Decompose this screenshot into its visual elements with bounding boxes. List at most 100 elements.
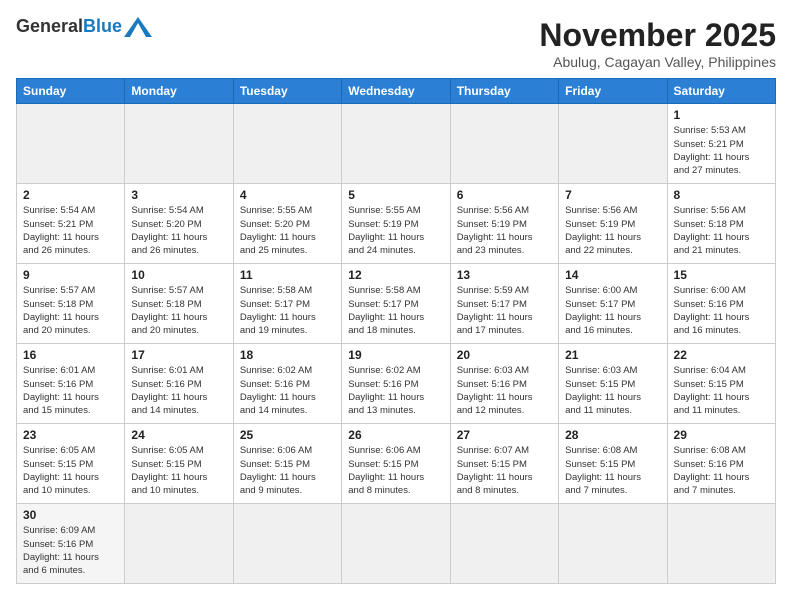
day-info: Sunrise: 6:07 AMSunset: 5:15 PMDaylight:… — [457, 444, 552, 497]
day-info: Sunrise: 5:56 AMSunset: 5:19 PMDaylight:… — [565, 204, 660, 257]
day-number: 27 — [457, 428, 552, 442]
calendar-cell — [559, 104, 667, 184]
day-number: 20 — [457, 348, 552, 362]
calendar-cell: 13Sunrise: 5:59 AMSunset: 5:17 PMDayligh… — [450, 264, 558, 344]
calendar-cell — [342, 504, 450, 584]
day-number: 12 — [348, 268, 443, 282]
column-header-tuesday: Tuesday — [233, 79, 341, 104]
calendar-week-row: 30Sunrise: 6:09 AMSunset: 5:16 PMDayligh… — [17, 504, 776, 584]
calendar-cell: 19 Sunrise: 6:02 AMSunset: 5:16 PMDayligh… — [342, 344, 450, 424]
logo-icon — [124, 17, 152, 37]
column-header-wednesday: Wednesday — [342, 79, 450, 104]
calendar-cell: 12 Sunrise: 5:58 AMSunset: 5:17 PMDayligh… — [342, 264, 450, 344]
day-number: 28 — [565, 428, 660, 442]
day-number: 14 — [565, 268, 660, 282]
day-number: 1 — [674, 108, 769, 122]
day-number: 26 — [348, 428, 443, 442]
calendar-cell — [559, 504, 667, 584]
day-info: Sunrise: 5:57 AMSunset: 5:18 PMDaylight:… — [23, 284, 118, 337]
column-header-saturday: Saturday — [667, 79, 775, 104]
calendar-cell: 17Sunrise: 6:01 AMSunset: 5:16 PMDayligh… — [125, 344, 233, 424]
day-info: Sunrise: 5:58 AMSunset: 5:17 PMDaylight:… — [240, 284, 335, 337]
calendar-cell: 15Sunrise: 6:00 AMSunset: 5:16 PMDayligh… — [667, 264, 775, 344]
day-info: Sunrise: 6:08 AMSunset: 5:16 PMDaylight:… — [674, 444, 769, 497]
calendar-cell: 30Sunrise: 6:09 AMSunset: 5:16 PMDayligh… — [17, 504, 125, 584]
column-header-friday: Friday — [559, 79, 667, 104]
day-info: Sunrise: 5:53 AMSunset: 5:21 PMDaylight:… — [674, 124, 769, 177]
calendar-header-row: SundayMondayTuesdayWednesdayThursdayFrid… — [17, 79, 776, 104]
day-number: 11 — [240, 268, 335, 282]
day-info: Sunrise: 5:56 AMSunset: 5:18 PMDaylight:… — [674, 204, 769, 257]
day-info: Sunrise: 6:01 AMSunset: 5:16 PMDaylight:… — [131, 364, 226, 417]
calendar-cell — [17, 104, 125, 184]
calendar-cell — [342, 104, 450, 184]
column-header-thursday: Thursday — [450, 79, 558, 104]
day-number: 3 — [131, 188, 226, 202]
calendar-cell: 6Sunrise: 5:56 AMSunset: 5:19 PMDaylight… — [450, 184, 558, 264]
day-number: 10 — [131, 268, 226, 282]
location: Abulug, Cagayan Valley, Philippines — [539, 54, 776, 70]
calendar-cell: 27 Sunrise: 6:07 AMSunset: 5:15 PMDayligh… — [450, 424, 558, 504]
day-number: 9 — [23, 268, 118, 282]
day-info: Sunrise: 6:01 AMSunset: 5:16 PMDaylight:… — [23, 364, 118, 417]
day-info: Sunrise: 5:55 AMSunset: 5:19 PMDaylight:… — [348, 204, 443, 257]
day-number: 4 — [240, 188, 335, 202]
calendar-cell: 3Sunrise: 5:54 AMSunset: 5:20 PMDaylight… — [125, 184, 233, 264]
day-info: Sunrise: 6:02 AMSunset: 5:16 PMDaylight:… — [348, 364, 443, 417]
day-number: 6 — [457, 188, 552, 202]
day-number: 25 — [240, 428, 335, 442]
calendar-table: SundayMondayTuesdayWednesdayThursdayFrid… — [16, 78, 776, 584]
calendar-cell: 10 Sunrise: 5:57 AMSunset: 5:18 PMDayligh… — [125, 264, 233, 344]
calendar-cell: 20Sunrise: 6:03 AMSunset: 5:16 PMDayligh… — [450, 344, 558, 424]
day-number: 23 — [23, 428, 118, 442]
day-info: Sunrise: 6:03 AMSunset: 5:15 PMDaylight:… — [565, 364, 660, 417]
day-info: Sunrise: 5:59 AMSunset: 5:17 PMDaylight:… — [457, 284, 552, 337]
page-header: GeneralBlue November 2025 Abulug, Cagaya… — [16, 16, 776, 70]
day-info: Sunrise: 6:06 AMSunset: 5:15 PMDaylight:… — [348, 444, 443, 497]
calendar-cell: 7 Sunrise: 5:56 AMSunset: 5:19 PMDaylight… — [559, 184, 667, 264]
day-number: 29 — [674, 428, 769, 442]
day-number: 7 — [565, 188, 660, 202]
calendar-cell — [125, 104, 233, 184]
day-info: Sunrise: 6:08 AMSunset: 5:15 PMDaylight:… — [565, 444, 660, 497]
calendar-cell: 23 Sunrise: 6:05 AMSunset: 5:15 PMDayligh… — [17, 424, 125, 504]
day-number: 16 — [23, 348, 118, 362]
calendar-cell — [450, 104, 558, 184]
day-number: 22 — [674, 348, 769, 362]
calendar-cell: 11 Sunrise: 5:58 AMSunset: 5:17 PMDayligh… — [233, 264, 341, 344]
day-number: 5 — [348, 188, 443, 202]
month-title: November 2025 — [539, 16, 776, 54]
calendar-cell: 22 Sunrise: 6:04 AMSunset: 5:15 PMDayligh… — [667, 344, 775, 424]
calendar-week-row: 2 Sunrise: 5:54 AMSunset: 5:21 PMDaylight… — [17, 184, 776, 264]
day-number: 30 — [23, 508, 118, 522]
calendar-cell: 24Sunrise: 6:05 AMSunset: 5:15 PMDayligh… — [125, 424, 233, 504]
calendar-cell — [233, 504, 341, 584]
day-info: Sunrise: 5:54 AMSunset: 5:21 PMDaylight:… — [23, 204, 118, 257]
logo-general-text: General — [16, 16, 83, 37]
calendar-cell: 16 Sunrise: 6:01 AMSunset: 5:16 PMDayligh… — [17, 344, 125, 424]
calendar-cell — [450, 504, 558, 584]
calendar-cell — [667, 504, 775, 584]
calendar-cell — [125, 504, 233, 584]
day-number: 2 — [23, 188, 118, 202]
calendar-cell — [233, 104, 341, 184]
day-number: 15 — [674, 268, 769, 282]
calendar-cell: 4 Sunrise: 5:55 AMSunset: 5:20 PMDaylight… — [233, 184, 341, 264]
day-info: Sunrise: 5:58 AMSunset: 5:17 PMDaylight:… — [348, 284, 443, 337]
day-number: 21 — [565, 348, 660, 362]
calendar-cell: 25Sunrise: 6:06 AMSunset: 5:15 PMDayligh… — [233, 424, 341, 504]
day-info: Sunrise: 5:57 AMSunset: 5:18 PMDaylight:… — [131, 284, 226, 337]
calendar-cell: 28 Sunrise: 6:08 AMSunset: 5:15 PMDayligh… — [559, 424, 667, 504]
logo: GeneralBlue — [16, 16, 152, 37]
calendar-cell: 18Sunrise: 6:02 AMSunset: 5:16 PMDayligh… — [233, 344, 341, 424]
calendar-cell: 5 Sunrise: 5:55 AMSunset: 5:19 PMDaylight… — [342, 184, 450, 264]
day-number: 19 — [348, 348, 443, 362]
calendar-cell: 2 Sunrise: 5:54 AMSunset: 5:21 PMDaylight… — [17, 184, 125, 264]
day-info: Sunrise: 6:05 AMSunset: 5:15 PMDaylight:… — [23, 444, 118, 497]
calendar-cell: 26 Sunrise: 6:06 AMSunset: 5:15 PMDayligh… — [342, 424, 450, 504]
day-info: Sunrise: 5:55 AMSunset: 5:20 PMDaylight:… — [240, 204, 335, 257]
day-info: Sunrise: 6:04 AMSunset: 5:15 PMDaylight:… — [674, 364, 769, 417]
day-number: 18 — [240, 348, 335, 362]
day-number: 24 — [131, 428, 226, 442]
logo-blue-text: Blue — [83, 16, 122, 37]
